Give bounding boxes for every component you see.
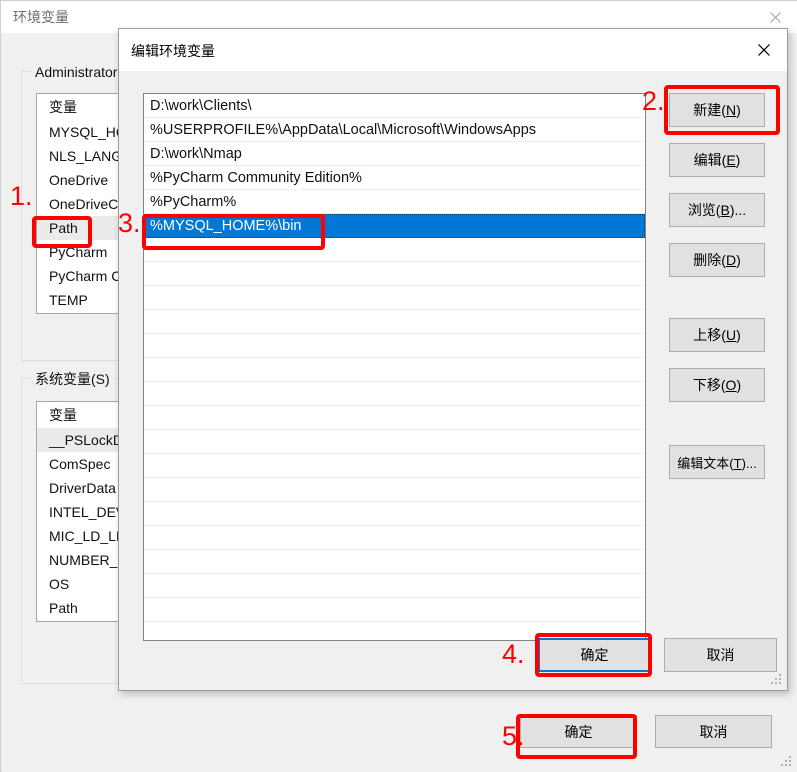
resize-grip-icon[interactable]: [781, 756, 793, 768]
user-variables-legend: Administrator: [31, 64, 122, 80]
path-entry-row-empty[interactable]: [144, 382, 645, 406]
path-entry-row-empty[interactable]: [144, 238, 645, 262]
new-button-label: 新建(N): [693, 102, 741, 118]
move-down-button[interactable]: 下移(O): [669, 368, 765, 402]
move-up-button-label: 上移(U): [693, 327, 741, 343]
path-entry-row-empty[interactable]: [144, 598, 645, 622]
close-icon[interactable]: [741, 29, 787, 71]
delete-button[interactable]: 删除(D): [669, 243, 765, 277]
path-entry-row-empty[interactable]: [144, 406, 645, 430]
path-entry-row-empty[interactable]: [144, 430, 645, 454]
path-entries-list[interactable]: D:\work\Clients\ %USERPROFILE%\AppData\L…: [143, 93, 646, 641]
path-entry-row[interactable]: %PyCharm%: [144, 190, 645, 214]
edit-button-label: 编辑(E): [693, 152, 741, 168]
path-entry-row[interactable]: D:\work\Nmap: [144, 142, 645, 166]
path-entry-row-empty[interactable]: [144, 550, 645, 574]
path-entry-row-empty[interactable]: [144, 262, 645, 286]
path-entry-row-empty[interactable]: [144, 454, 645, 478]
path-entry-row[interactable]: %PyCharm Community Edition%: [144, 166, 645, 190]
background-ok-label: 确定: [564, 723, 593, 740]
background-cancel-label: 取消: [699, 723, 728, 740]
path-entry-row[interactable]: D:\work\Clients\: [144, 94, 645, 118]
path-entry-row-empty[interactable]: [144, 334, 645, 358]
path-entry-row-empty[interactable]: [144, 502, 645, 526]
dialog-ok-button[interactable]: 确定: [538, 638, 651, 672]
system-variables-legend: 系统变量(S): [31, 371, 114, 387]
background-ok-button[interactable]: 确定: [520, 715, 637, 748]
dialog-cancel-button[interactable]: 取消: [664, 638, 777, 672]
background-window-title: 环境变量: [13, 9, 69, 25]
edit-environment-variable-dialog: 编辑环境变量 D:\work\Clients\ %USERPROFILE%\Ap…: [118, 28, 788, 691]
new-button[interactable]: 新建(N): [669, 93, 765, 127]
path-entry-row-empty[interactable]: [144, 478, 645, 502]
path-entry-row-selected[interactable]: %MYSQL_HOME%\bin: [144, 214, 645, 238]
edit-text-button[interactable]: 编辑文本(T)...: [669, 445, 765, 479]
browse-button[interactable]: 浏览(B)...: [669, 193, 765, 227]
dialog-ok-label: 确定: [580, 647, 609, 663]
delete-button-label: 删除(D): [693, 252, 741, 268]
edit-text-button-label: 编辑文本(T)...: [677, 455, 757, 471]
edit-button[interactable]: 编辑(E): [669, 143, 765, 177]
path-entry-row-empty[interactable]: [144, 286, 645, 310]
path-entry-row-empty[interactable]: [144, 310, 645, 334]
dialog-titlebar: 编辑环境变量: [119, 29, 787, 71]
path-entry-row-empty[interactable]: [144, 574, 645, 598]
move-up-button[interactable]: 上移(U): [669, 318, 765, 352]
browse-button-label: 浏览(B)...: [687, 202, 747, 218]
background-cancel-button[interactable]: 取消: [655, 715, 772, 748]
dialog-title: 编辑环境变量: [131, 43, 215, 59]
move-down-button-label: 下移(O): [692, 377, 742, 393]
dialog-cancel-label: 取消: [706, 647, 735, 663]
screen: 环境变量 Administrator 变量 MYSQL_HOME NLS_LAN…: [0, 0, 797, 772]
path-entry-row-empty[interactable]: [144, 358, 645, 382]
resize-grip-icon[interactable]: [771, 674, 783, 686]
path-entry-row[interactable]: %USERPROFILE%\AppData\Local\Microsoft\Wi…: [144, 118, 645, 142]
path-entry-row-empty[interactable]: [144, 526, 645, 550]
